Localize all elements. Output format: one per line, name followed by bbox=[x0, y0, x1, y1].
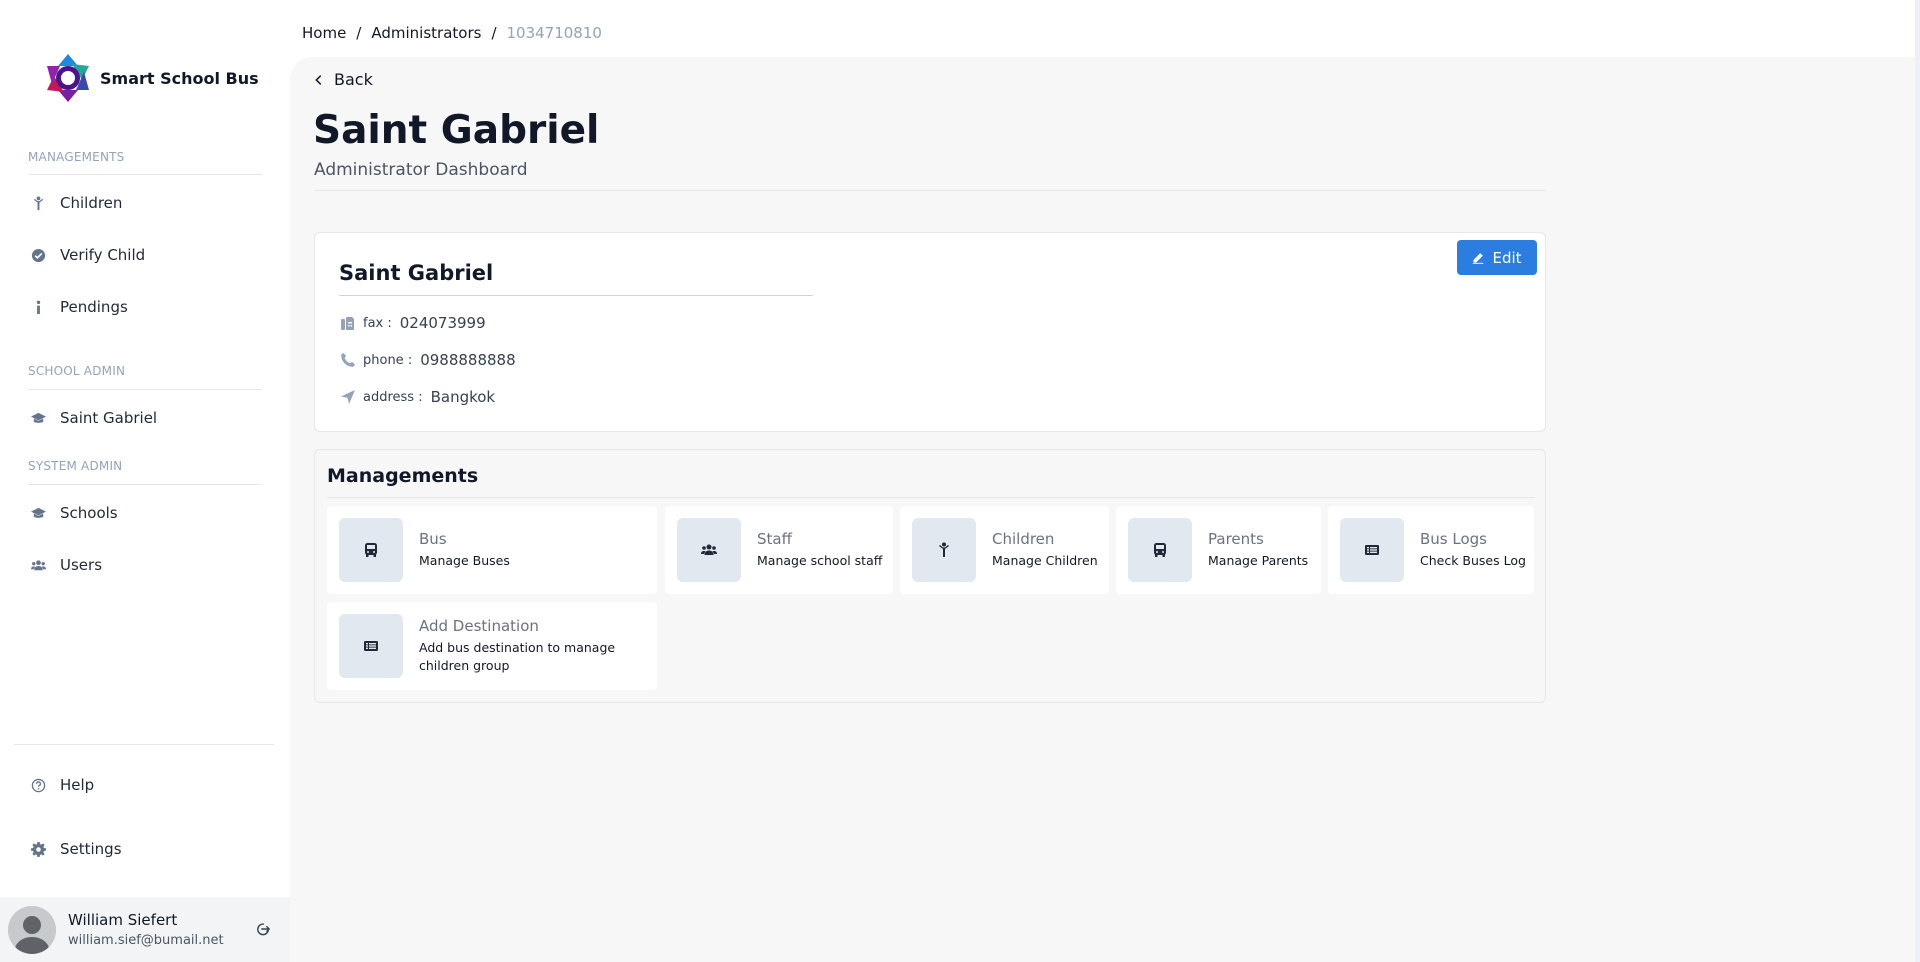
divider bbox=[339, 295, 813, 296]
sidebar-item-users[interactable]: Users bbox=[28, 545, 262, 585]
tile-description: Manage Parents bbox=[1208, 553, 1309, 568]
tile-parents[interactable]: Parents Manage Parents bbox=[1116, 506, 1321, 594]
info-key: address : bbox=[363, 389, 423, 405]
divider bbox=[28, 484, 262, 485]
edit-button[interactable]: Edit bbox=[1457, 240, 1537, 275]
sidebar-item-verify-child[interactable]: Verify Child bbox=[28, 235, 262, 275]
tile-title: Add Destination bbox=[419, 617, 539, 635]
divider bbox=[28, 389, 262, 390]
section-label-school-admin: SCHOOL ADMIN bbox=[28, 364, 126, 378]
sidebar-item-label: Help bbox=[60, 776, 95, 794]
phone-icon bbox=[339, 351, 357, 369]
sidebar-item-pendings[interactable]: Pendings bbox=[28, 287, 262, 327]
managements-title: Managements bbox=[327, 465, 479, 487]
avatar[interactable] bbox=[8, 905, 56, 954]
brand-logo-icon bbox=[47, 54, 89, 102]
divider bbox=[314, 190, 1546, 191]
breadcrumb-current: 1034710810 bbox=[506, 24, 602, 42]
sidebar-item-help[interactable]: Help bbox=[28, 765, 262, 805]
location-arrow-icon bbox=[339, 388, 357, 406]
tile-bus-logs[interactable]: Bus Logs Check Buses Log bbox=[1328, 506, 1534, 594]
breadcrumb-separator: / bbox=[491, 24, 497, 42]
info-row-phone: phone : 0988888888 bbox=[339, 351, 516, 369]
tile-description: Add bus destination to manage children g… bbox=[419, 640, 616, 673]
sidebar-item-label: Verify Child bbox=[60, 246, 146, 264]
user-profile: William Siefert william.sief@bumail.net bbox=[0, 897, 290, 962]
breadcrumb: Home / Administrators / 1034710810 bbox=[302, 24, 602, 42]
info-value: 0988888888 bbox=[420, 351, 516, 369]
users-icon bbox=[28, 555, 48, 575]
sidebar: Smart School Bus MANAGEMENTS Children Ve… bbox=[0, 0, 290, 962]
info-icon bbox=[28, 297, 48, 317]
tile-staff[interactable]: Staff Manage school staff bbox=[665, 506, 893, 594]
info-key: phone : bbox=[363, 352, 413, 368]
sidebar-item-label: Pendings bbox=[60, 298, 128, 316]
page-title: Saint Gabriel bbox=[313, 108, 600, 153]
back-button[interactable]: Back bbox=[312, 70, 373, 89]
tile-title: Bus Logs bbox=[1420, 530, 1487, 548]
info-key: fax : bbox=[363, 315, 392, 331]
divider bbox=[14, 744, 274, 745]
sidebar-item-saint-gabriel[interactable]: Saint Gabriel bbox=[28, 398, 262, 438]
users-icon bbox=[677, 518, 741, 582]
school-info-card: Saint Gabriel fax : 024073999 phone : 09… bbox=[314, 232, 1546, 432]
scrollbar[interactable] bbox=[1915, 0, 1920, 962]
divider bbox=[28, 174, 262, 175]
list-icon bbox=[339, 614, 403, 678]
brand[interactable]: Smart School Bus bbox=[42, 52, 259, 104]
bus-icon bbox=[1128, 518, 1192, 582]
tile-description: Manage Children bbox=[992, 553, 1098, 568]
sidebar-item-label: Saint Gabriel bbox=[60, 409, 158, 427]
tile-description: Manage school staff bbox=[757, 553, 883, 568]
list-icon bbox=[1340, 518, 1404, 582]
user-email: william.sief@bumail.net bbox=[68, 933, 224, 948]
sidebar-item-schools[interactable]: Schools bbox=[28, 493, 262, 533]
sidebar-item-settings[interactable]: Settings bbox=[28, 829, 262, 869]
info-value: 024073999 bbox=[399, 314, 486, 332]
sidebar-item-label: Schools bbox=[60, 504, 118, 522]
sidebar-item-label: Users bbox=[60, 556, 103, 574]
logout-icon[interactable] bbox=[256, 921, 274, 939]
divider bbox=[327, 497, 1535, 498]
info-row-address: address : Bangkok bbox=[339, 388, 495, 406]
tile-children[interactable]: Children Manage Children bbox=[900, 506, 1109, 594]
sidebar-item-children[interactable]: Children bbox=[28, 183, 262, 223]
child-icon bbox=[28, 193, 48, 213]
tile-title: Children bbox=[992, 530, 1055, 548]
graduation-cap-icon bbox=[28, 503, 48, 523]
school-name: Saint Gabriel bbox=[339, 261, 494, 285]
tile-title: Bus bbox=[419, 530, 447, 548]
page-subtitle: Administrator Dashboard bbox=[314, 160, 528, 180]
graduation-cap-icon bbox=[28, 408, 48, 428]
back-label: Back bbox=[334, 70, 373, 89]
pencil-icon bbox=[1473, 252, 1484, 264]
managements-panel: Managements Bus Manage Buses Staff Manag… bbox=[314, 449, 1546, 703]
badge-check-icon bbox=[28, 245, 48, 265]
question-circle-icon bbox=[28, 775, 48, 795]
bus-icon bbox=[339, 518, 403, 582]
tile-title: Parents bbox=[1208, 530, 1264, 548]
tile-description: Check Buses Log bbox=[1420, 553, 1526, 568]
tile-add-destination[interactable]: Add Destination Add bus destination to m… bbox=[327, 602, 657, 690]
info-row-fax: fax : 024073999 bbox=[339, 314, 486, 332]
tile-title: Staff bbox=[757, 530, 792, 548]
gear-icon bbox=[28, 839, 48, 859]
fax-icon bbox=[339, 314, 357, 332]
edit-label: Edit bbox=[1492, 248, 1522, 267]
breadcrumb-separator: / bbox=[356, 24, 362, 42]
tile-bus[interactable]: Bus Manage Buses bbox=[327, 506, 657, 594]
chevron-left-icon bbox=[315, 74, 322, 85]
user-name: William Siefert bbox=[68, 911, 178, 929]
info-value: Bangkok bbox=[430, 388, 496, 406]
child-icon bbox=[912, 518, 976, 582]
section-label-system-admin: SYSTEM ADMIN bbox=[28, 459, 123, 473]
breadcrumb-administrators[interactable]: Administrators bbox=[371, 24, 481, 42]
sidebar-item-label: Children bbox=[60, 194, 123, 212]
sidebar-item-label: Settings bbox=[60, 840, 122, 858]
section-label-managements: MANAGEMENTS bbox=[28, 150, 125, 164]
tile-description: Manage Buses bbox=[419, 553, 510, 568]
breadcrumb-home[interactable]: Home bbox=[302, 24, 346, 42]
brand-name: Smart School Bus bbox=[100, 68, 259, 88]
